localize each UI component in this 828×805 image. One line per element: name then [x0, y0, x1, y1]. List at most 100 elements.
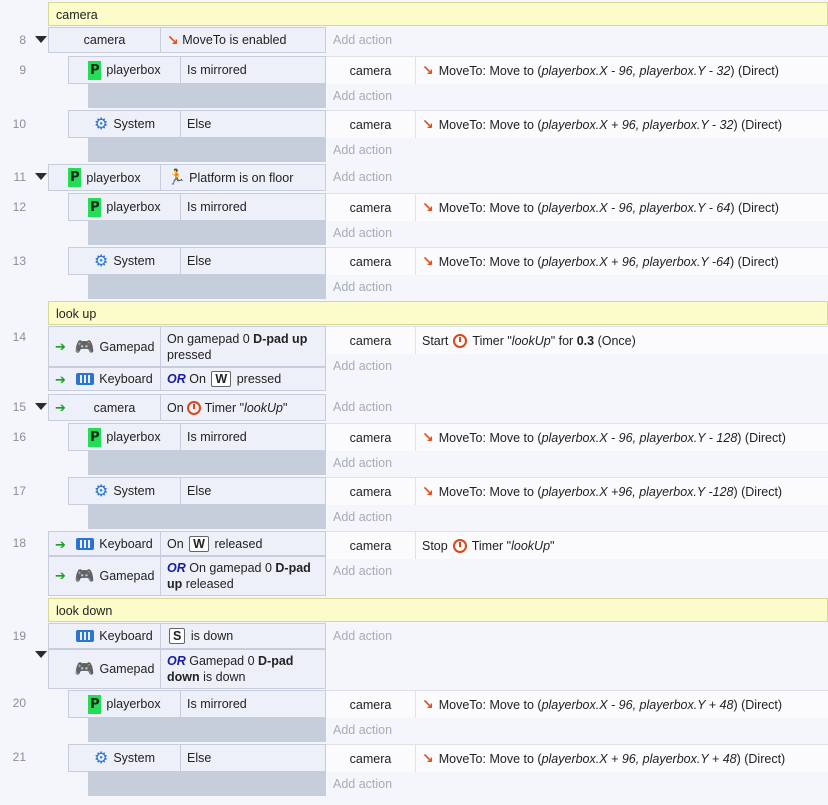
- collapse-triangle-icon[interactable]: [35, 36, 47, 43]
- action-row[interactable]: camera Start Timer "lookUp" for 0.3 (Once…: [326, 326, 828, 354]
- add-action-link[interactable]: Add action: [333, 456, 392, 470]
- action-row[interactable]: camera ↘ MoveTo: Move to (playerbox.X +96…: [326, 477, 828, 505]
- line-number: 9: [19, 63, 26, 77]
- sub-event-filler: [88, 84, 326, 108]
- action-object: camera: [349, 333, 392, 348]
- condition-close: ": [282, 400, 288, 415]
- action-row[interactable]: camera ↘ MoveTo: Move to (playerbox.X - 9…: [326, 56, 828, 84]
- timer-name: lookUp: [244, 400, 283, 415]
- moveto-icon: ↘: [422, 483, 434, 499]
- sub-event-filler: [88, 275, 326, 299]
- condition-block[interactable]: 🎮 Gamepad OR Gamepad 0 D-pad down is down: [48, 649, 326, 689]
- add-action-link[interactable]: Add action: [333, 723, 392, 737]
- action-params: playerbox.X - 96, playerbox.Y - 32: [541, 63, 731, 78]
- condition-block[interactable]: Keyboard S is down: [48, 623, 326, 649]
- key-badge: W: [189, 535, 209, 552]
- action-row[interactable]: camera ↘ MoveTo: Move to (playerbox.X - 9…: [326, 423, 828, 451]
- group-camera[interactable]: camera: [48, 2, 828, 26]
- action-text: MoveTo: Move to (: [438, 484, 542, 499]
- sub-event-filler: [88, 505, 326, 529]
- line-number: 16: [12, 430, 26, 444]
- collapse-triangle-icon[interactable]: [35, 173, 47, 180]
- line-number: 18: [12, 536, 26, 550]
- moveto-icon: ↘: [422, 199, 434, 215]
- platform-icon: 🏃: [167, 168, 186, 186]
- condition-block[interactable]: camera ↘ MoveTo is enabled: [48, 27, 326, 53]
- condition-text: Is mirrored: [187, 430, 247, 444]
- condition-block[interactable]: ⚙ System Else: [68, 477, 326, 505]
- add-action-link[interactable]: Add action: [333, 629, 392, 643]
- add-action-link[interactable]: Add action: [333, 170, 392, 184]
- add-action-link[interactable]: Add action: [333, 359, 392, 373]
- action-object: camera: [349, 538, 392, 553]
- action-row[interactable]: camera ↘ MoveTo: Move to (playerbox.X - 9…: [326, 690, 828, 718]
- add-action-link[interactable]: Add action: [333, 400, 392, 414]
- condition-text-2: is down: [199, 670, 246, 684]
- playerbox-sprite-icon: P: [88, 197, 102, 217]
- condition-block[interactable]: Pplayerbox Is mirrored: [68, 56, 326, 84]
- sub-event-filler: [88, 718, 326, 742]
- object-name: Keyboard: [99, 536, 153, 551]
- sub-event-filler: [88, 221, 326, 245]
- gear-icon: ⚙: [93, 253, 109, 270]
- condition-bold: D-pad: [275, 561, 311, 575]
- collapse-triangle-icon[interactable]: [35, 403, 47, 410]
- action-text: MoveTo: Move to (: [438, 63, 542, 78]
- action-row[interactable]: camera ↘ MoveTo: Move to (playerbox.X - 9…: [326, 193, 828, 221]
- object-name: Keyboard: [99, 629, 153, 643]
- action-row[interactable]: camera ↘ MoveTo: Move to (playerbox.X + 9…: [326, 247, 828, 275]
- playerbox-sprite-icon: P: [88, 60, 102, 80]
- condition-block[interactable]: ⚙ System Else: [68, 110, 326, 138]
- action-row[interactable]: camera ↘ MoveTo: Move to (playerbox.X + 9…: [326, 744, 828, 772]
- action-text: MoveTo: Move to (: [438, 117, 542, 132]
- moveto-icon: ↘: [422, 62, 434, 78]
- or-label: OR: [167, 372, 186, 386]
- condition-block[interactable]: Pplayerbox Is mirrored: [68, 690, 326, 718]
- moveto-icon: ↘: [422, 429, 434, 445]
- add-action-link[interactable]: Add action: [333, 777, 392, 791]
- condition-block[interactable]: ➔ 🎮 Gamepad OR On gamepad 0 D-pad up relea…: [48, 556, 326, 596]
- condition-block[interactable]: ➔ 🎮 Gamepad On gamepad 0 D-pad up pressed: [48, 326, 326, 367]
- condition-text: Gamepad 0: [185, 654, 259, 668]
- gear-icon: ⚙: [93, 116, 109, 133]
- add-action-link[interactable]: Add action: [333, 226, 392, 240]
- gear-icon: ⚙: [93, 750, 109, 767]
- condition-block[interactable]: Pplayerbox Is mirrored: [68, 193, 326, 221]
- condition-block[interactable]: Pplayerbox 🏃 Platform is on floor: [48, 164, 326, 191]
- add-action-link[interactable]: Add action: [333, 510, 392, 524]
- collapse-triangle-icon[interactable]: [35, 651, 47, 658]
- object-name: System: [113, 484, 156, 498]
- action-text-for: " for: [550, 333, 577, 348]
- group-title: look up: [56, 307, 97, 321]
- object-name: playerbox: [106, 430, 161, 444]
- condition-bold-2: up: [167, 577, 183, 591]
- group-look-up[interactable]: look up: [48, 301, 828, 325]
- or-label: OR: [167, 561, 186, 575]
- action-text-timer: Timer ": [471, 538, 512, 553]
- condition-block[interactable]: ➔ Keyboard OR On W pressed: [48, 367, 326, 391]
- condition-block[interactable]: ⚙ System Else: [68, 744, 326, 772]
- timer-icon: [453, 333, 468, 348]
- action-row[interactable]: camera Stop Timer "lookUp": [326, 531, 828, 559]
- condition-block[interactable]: ➔ camera On Timer " lookUp ": [48, 394, 326, 421]
- trigger-arrow-icon: ➔: [55, 400, 66, 415]
- add-action-link[interactable]: Add action: [333, 280, 392, 294]
- condition-text: On: [167, 536, 184, 551]
- add-action-link[interactable]: Add action: [333, 33, 392, 47]
- condition-bold: D-pad up: [253, 331, 308, 346]
- add-action-link[interactable]: Add action: [333, 564, 392, 578]
- condition-block[interactable]: Pplayerbox Is mirrored: [68, 423, 326, 451]
- add-action-link[interactable]: Add action: [333, 143, 392, 157]
- add-action-link[interactable]: Add action: [333, 89, 392, 103]
- object-name: playerbox: [106, 697, 161, 711]
- action-row[interactable]: camera ↘ MoveTo: Move to (playerbox.X + 9…: [326, 110, 828, 138]
- sub-event-filler: [88, 772, 326, 796]
- condition-block[interactable]: ➔ Keyboard On W released: [48, 531, 326, 556]
- condition-block[interactable]: ⚙ System Else: [68, 247, 326, 275]
- object-name: Gamepad: [99, 339, 155, 354]
- action-params: playerbox.X +96, playerbox.Y -128: [541, 484, 734, 499]
- action-text-end: ) (Direct): [733, 484, 783, 499]
- action-text-end: ) (Direct): [733, 697, 783, 712]
- condition-bold: D-pad: [258, 654, 294, 668]
- group-look-down[interactable]: look down: [48, 598, 828, 622]
